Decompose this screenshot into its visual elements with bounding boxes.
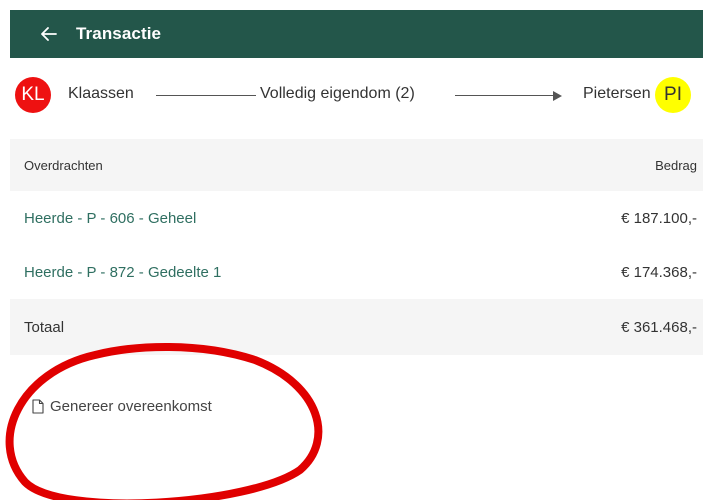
transfers-table: Overdrachten Bedrag Heerde - P - 606 - G…: [10, 139, 703, 355]
buyer-name: Pietersen: [583, 85, 651, 102]
table-total-row: Totaal € 361.468,-: [10, 299, 703, 355]
row-amount: € 174.368,-: [621, 263, 697, 281]
generate-agreement-button[interactable]: Genereer overeenkomst: [32, 398, 212, 415]
table-row: Heerde - P - 872 - Gedeelte 1 € 174.368,…: [10, 245, 703, 299]
seller-initials: KL: [21, 84, 45, 105]
transaction-page: Transactie KL Klaassen Volledig eigendom…: [0, 0, 703, 500]
seller-avatar: KL: [15, 77, 51, 113]
total-amount: € 361.468,-: [621, 318, 697, 336]
row-amount: € 187.100,-: [621, 209, 697, 227]
table-row: Heerde - P - 606 - Geheel € 187.100,-: [10, 191, 703, 245]
document-icon: [32, 399, 44, 414]
buyer-avatar: PI: [655, 77, 691, 113]
page-title: Transactie: [76, 24, 162, 43]
flow-line-left: [156, 95, 256, 96]
flow-line-right: [455, 95, 555, 96]
total-label: Totaal: [24, 318, 65, 336]
transfer-flow: KL Klaassen Volledig eigendom (2) Pieter…: [15, 77, 703, 113]
seller-name: Klaassen: [68, 85, 134, 102]
back-button[interactable]: [38, 23, 60, 45]
column-header-amount: Bedrag: [655, 157, 697, 173]
table-header: Overdrachten Bedrag: [10, 139, 703, 191]
transfer-type-label: Volledig eigendom (2): [260, 85, 415, 102]
buyer-initials: PI: [664, 84, 682, 105]
parcel-link[interactable]: Heerde - P - 606 - Geheel: [24, 210, 196, 227]
app-header: Transactie: [10, 10, 703, 58]
generate-agreement-label: Genereer overeenkomst: [50, 398, 212, 415]
arrow-left-icon: [41, 27, 57, 41]
arrow-right-icon: [553, 91, 562, 101]
parcel-link[interactable]: Heerde - P - 872 - Gedeelte 1: [24, 264, 221, 281]
column-header-transfers: Overdrachten: [24, 157, 103, 173]
